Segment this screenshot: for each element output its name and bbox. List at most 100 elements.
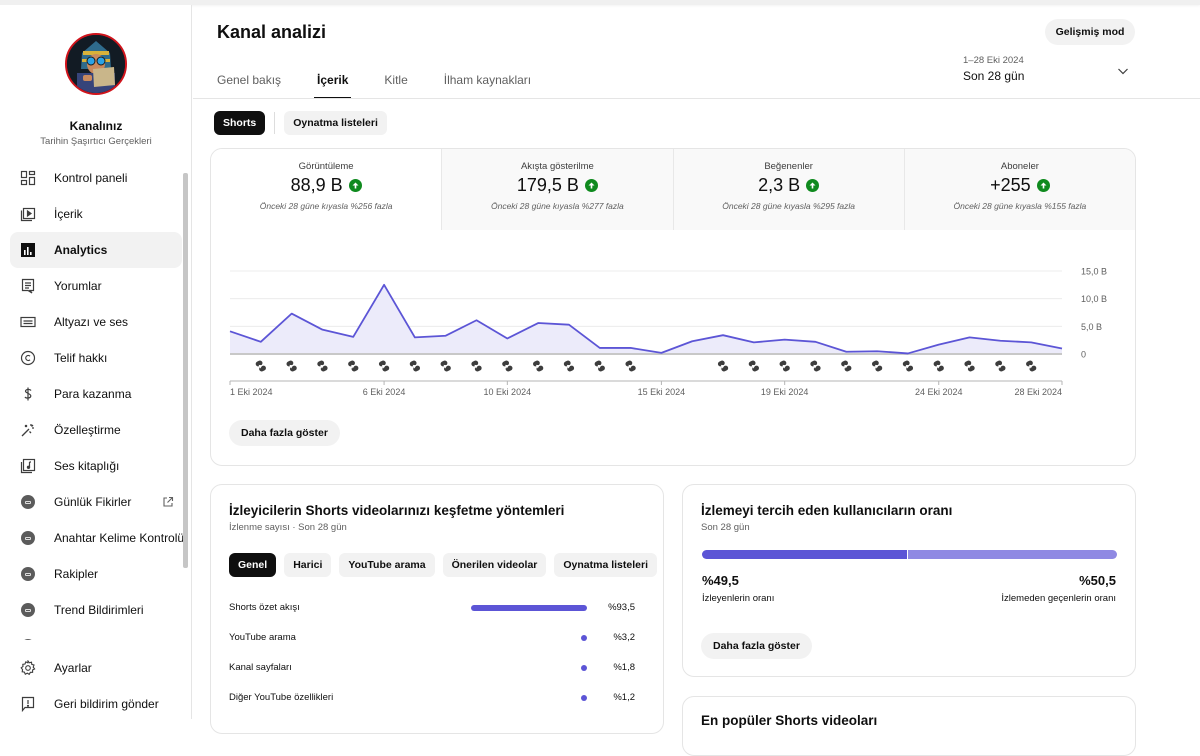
- advanced-mode-button[interactable]: Gelişmiş mod: [1045, 19, 1135, 45]
- shorts-icon[interactable]: [994, 359, 1006, 372]
- sidebar-scrollbar[interactable]: [183, 173, 188, 568]
- metric-views[interactable]: Görüntüleme 88,9 B Önceki 28 güne kıyasl…: [211, 149, 442, 230]
- sidebar-item-comments[interactable]: Yorumlar: [10, 268, 182, 304]
- sidebar-item-feedback[interactable]: Geri bildirim gönder: [10, 686, 182, 722]
- sidebar-item-daily-ideas[interactable]: Günlük Fikirler: [10, 484, 182, 520]
- chip-shorts[interactable]: Shorts: [214, 111, 266, 135]
- sidebar-item-audio-library[interactable]: Ses kitaplığı: [10, 448, 182, 484]
- shorts-icon[interactable]: [902, 359, 914, 372]
- channel-title: Kanalınız: [69, 119, 123, 133]
- chip-external[interactable]: Harici: [284, 553, 332, 577]
- shorts-icon[interactable]: [255, 359, 267, 372]
- tab-overview[interactable]: Genel bakış: [217, 63, 281, 99]
- sidebar-item-label: Ayarlar: [54, 661, 92, 675]
- tabs-divider: [193, 98, 1200, 99]
- shorts-icon[interactable]: [717, 359, 729, 372]
- shorts-icon[interactable]: [748, 359, 760, 372]
- discovery-rows: Shorts özet akışı %93,5 YouTube arama %3…: [229, 593, 649, 713]
- sidebar-nav: Kontrol paneli İçerik Analytics Yorumlar…: [0, 160, 192, 640]
- settings-icon: [20, 660, 36, 676]
- x-tick-label: 24 Eki 2024: [915, 387, 963, 397]
- sidebar-item-label: Para kazanma: [54, 387, 132, 401]
- shorts-icon[interactable]: [871, 359, 883, 372]
- show-more-button[interactable]: Daha fazla göster: [701, 633, 812, 659]
- shorts-icon[interactable]: [964, 359, 976, 372]
- external-link-icon[interactable]: [162, 495, 174, 507]
- sidebar-item-label: Günlük Fikirler: [54, 495, 132, 509]
- shorts-icon[interactable]: [347, 359, 359, 372]
- y-tick-label: 15,0 B: [1081, 267, 1107, 277]
- comments-icon: [20, 278, 36, 294]
- shorts-icon[interactable]: [625, 359, 637, 372]
- source-label: Diğer YouTube özellikleri: [229, 692, 334, 703]
- extension-icon: [20, 602, 36, 618]
- sidebar-item-label: İçerik: [54, 207, 83, 221]
- sidebar-item-label: Altyazı ve ses: [54, 315, 129, 329]
- shorts-icon[interactable]: [409, 359, 421, 372]
- metric-comparison: Önceki 28 güne kıyasla %155 fazla: [953, 201, 1087, 211]
- shorts-icon[interactable]: [378, 359, 390, 372]
- source-value: %1,2: [613, 692, 635, 703]
- metric-likes[interactable]: Beğenenler 2,3 B Önceki 28 güne kıyasla …: [672, 149, 904, 230]
- metric-impressions[interactable]: Akışta gösterilme 179,5 B Önceki 28 güne…: [441, 149, 673, 230]
- watch-rate-title: İzlemeyi tercih eden kullanıcıların oran…: [701, 503, 953, 518]
- sidebar-item-label: Kontrol paneli: [54, 171, 128, 185]
- shorts-icon[interactable]: [810, 359, 822, 372]
- tab-audience[interactable]: Kitle: [384, 63, 407, 99]
- subtitles-icon: [20, 314, 36, 330]
- swiped-segment: [907, 550, 1117, 559]
- sidebar-item-label: Telif hakkı: [54, 351, 108, 365]
- shorts-icon[interactable]: [471, 359, 483, 372]
- sidebar-item-keyword-check[interactable]: Anahtar Kelime Kontrolü: [10, 520, 184, 556]
- shorts-icon[interactable]: [840, 359, 852, 372]
- date-range-picker[interactable]: 1–28 Eki 2024 Son 28 gün: [963, 55, 1135, 91]
- source-label: YouTube arama: [229, 632, 296, 643]
- channel-avatar[interactable]: [65, 33, 127, 95]
- shorts-icon[interactable]: [316, 359, 328, 372]
- y-tick-label: 10,0 B: [1081, 294, 1107, 304]
- shorts-icon[interactable]: [563, 359, 575, 372]
- shorts-icon[interactable]: [286, 359, 298, 372]
- shorts-icon[interactable]: [440, 359, 452, 372]
- metric-subscribers[interactable]: Aboneler +255 Önceki 28 güne kıyasla %15…: [903, 149, 1135, 230]
- sidebar-item-customization[interactable]: Özelleştirme: [10, 412, 182, 448]
- sidebar-item-analytics[interactable]: Analytics: [10, 232, 182, 268]
- views-chart-svg: 0 5,0 B 10,0 B 15,0 B 1 Eki 2024 6 Eki 2024 10…: [229, 267, 1107, 397]
- copyright-icon: [20, 350, 36, 366]
- sidebar-item-subtitles[interactable]: Altyazı ve ses: [10, 304, 182, 340]
- tab-inspiration[interactable]: İlham kaynakları: [444, 63, 531, 99]
- shorts-icon[interactable]: [501, 359, 513, 372]
- metric-value: +255: [990, 175, 1031, 195]
- sidebar-item-label: Rakipler: [54, 567, 99, 581]
- shorts-icon[interactable]: [1025, 359, 1037, 372]
- arrow-up-icon: [348, 179, 362, 192]
- sidebar-item-copyright[interactable]: Telif hakkı: [10, 340, 182, 376]
- show-more-button[interactable]: Daha fazla göster: [229, 420, 340, 446]
- sidebar-item-content[interactable]: İçerik: [10, 196, 182, 232]
- shorts-icon[interactable]: [532, 359, 544, 372]
- sidebar-item-monetization[interactable]: Para kazanma: [10, 376, 182, 412]
- extension-icon: [20, 530, 36, 546]
- sidebar-item-trend-alerts[interactable]: Trend Bildirimleri: [10, 592, 182, 628]
- chip-youtube-search[interactable]: YouTube arama: [339, 553, 435, 577]
- discovery-card: İzleyicilerin Shorts videolarınızı keşfe…: [210, 484, 664, 734]
- chip-playlists[interactable]: Oynatma listeleri: [284, 111, 387, 135]
- dollar-icon: [20, 386, 36, 402]
- chevron-down-icon: [1118, 68, 1128, 75]
- shorts-icon[interactable]: [779, 359, 791, 372]
- chip-playlists[interactable]: Oynatma listeleri: [554, 553, 657, 577]
- sidebar-item-competitors[interactable]: Rakipler: [10, 556, 182, 592]
- sidebar-item-settings[interactable]: Ayarlar: [10, 650, 182, 686]
- chip-suggested-videos[interactable]: Önerilen videolar: [442, 553, 547, 577]
- shorts-icon[interactable]: [594, 359, 606, 372]
- sidebar-item-most-viewed[interactable]: En Fazla Görüntülenenler: [10, 628, 191, 640]
- chip-general[interactable]: Genel: [229, 553, 277, 577]
- channel-name: Tarihin Şaşırtıcı Gerçekleri: [40, 136, 152, 147]
- tab-content[interactable]: İçerik: [314, 63, 352, 99]
- sidebar-item-dashboard[interactable]: Kontrol paneli: [10, 160, 182, 196]
- popular-shorts-title: En popüler Shorts videoları: [701, 713, 878, 728]
- analytics-tabs: Genel bakış İçerik Kitle İlham kaynaklar…: [217, 63, 567, 99]
- discovery-chips: Genel Harici YouTube arama Önerilen vide…: [229, 553, 657, 577]
- shorts-icon[interactable]: [933, 359, 945, 372]
- popular-shorts-card: En popüler Shorts videoları: [682, 696, 1136, 756]
